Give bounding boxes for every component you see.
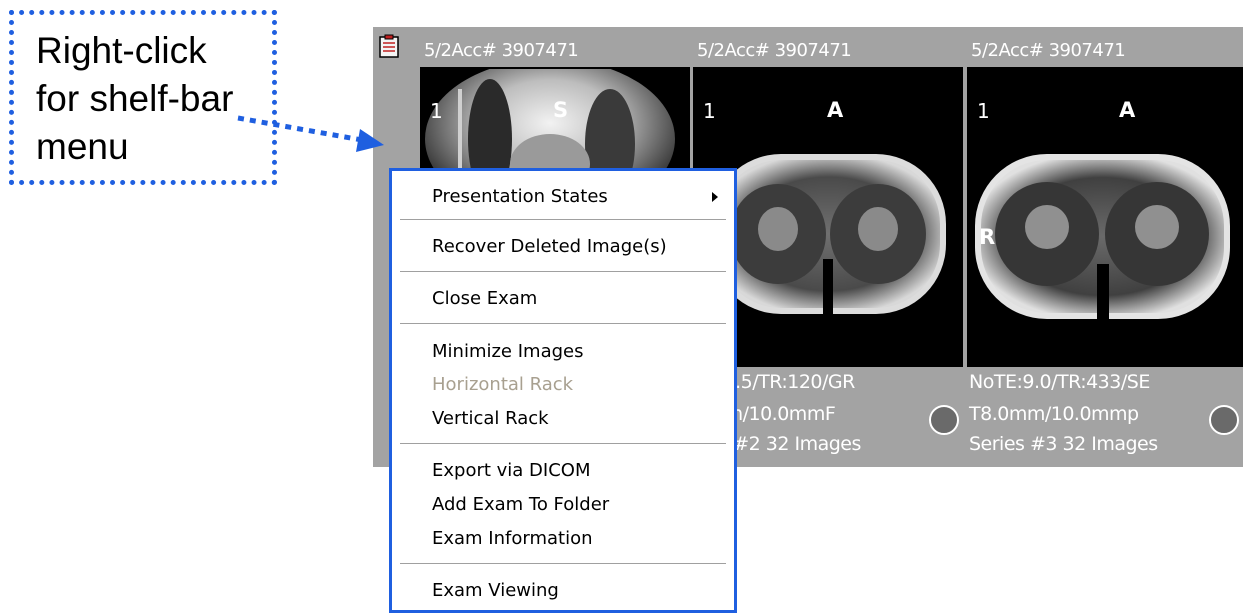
menu-separator <box>400 323 726 325</box>
menu-item-exam-information[interactable]: Exam Information <box>432 523 734 555</box>
menu-item-exam-viewing[interactable]: Exam Viewing <box>432 575 734 607</box>
menu-item-label: Export via DICOM <box>432 460 591 481</box>
frame-number: 1 <box>977 99 990 123</box>
menu-item-horizontal-rack: Horizontal Rack <box>432 369 734 401</box>
series-params-line: NoTE:9.0/TR:433/SE <box>969 371 1150 393</box>
menu-item-recover-deleted-images[interactable]: Recover Deleted Image(s) <box>432 231 734 263</box>
annotation-callout-box: Right-click for shelf-bar menu <box>9 10 277 185</box>
menu-item-label: Exam Viewing <box>432 580 559 601</box>
series-header-text: 5/2Acc# 3907471 <box>971 40 1126 61</box>
annotation-callout-text: Right-click for shelf-bar menu <box>36 30 234 167</box>
orientation-label-top: S <box>553 98 569 122</box>
orientation-label-top: A <box>1119 98 1136 122</box>
menu-separator <box>400 219 726 221</box>
menu-separator <box>400 563 726 565</box>
series-header-text: 5/2Acc# 3907471 <box>424 40 579 61</box>
menu-item-label: Presentation States <box>432 186 608 207</box>
series-header: 5/2Acc# 3907471 <box>693 35 963 67</box>
menu-item-close-exam[interactable]: Close Exam <box>432 283 734 315</box>
menu-item-label: Add Exam To Folder <box>432 494 610 515</box>
clipboard-icon[interactable] <box>379 34 399 58</box>
menu-item-label: Recover Deleted Image(s) <box>432 236 667 257</box>
series-thumbnail-3[interactable]: 5/2Acc# 3907471 1 A R NoTE:9.0/TR:433/SE… <box>967 35 1243 461</box>
menu-item-vertical-rack[interactable]: Vertical Rack <box>432 403 734 435</box>
series-thickness-line: T8.0mm/10.0mmp <box>969 403 1139 425</box>
series-header: 5/2Acc# 3907471 <box>420 35 690 67</box>
mri-image-axial <box>967 69 1243 369</box>
menu-item-label: Close Exam <box>432 288 538 309</box>
orientation-label-side: R <box>979 225 996 249</box>
submenu-arrow-icon <box>712 192 718 202</box>
shelf-bar-context-menu: Presentation States Recover Deleted Imag… <box>389 168 737 613</box>
menu-item-export-via-dicom[interactable]: Export via DICOM <box>432 455 734 487</box>
frame-number: 1 <box>703 99 716 123</box>
menu-separator <box>400 443 726 445</box>
series-status-dot-icon[interactable] <box>1209 405 1239 435</box>
series-header-text: 5/2Acc# 3907471 <box>697 40 852 61</box>
menu-item-label: Exam Information <box>432 528 593 549</box>
menu-item-minimize-images[interactable]: Minimize Images <box>432 336 734 368</box>
menu-item-label: Horizontal Rack <box>432 374 574 395</box>
menu-item-presentation-states[interactable]: Presentation States <box>432 181 734 213</box>
orientation-label-top: A <box>827 98 844 122</box>
menu-item-add-exam-to-folder[interactable]: Add Exam To Folder <box>432 489 734 521</box>
series-status-dot-icon[interactable] <box>929 405 959 435</box>
screenshot-stage: 5/2Acc# 3907471 1 S 5/2Acc# 3907471 1 A … <box>0 0 1243 613</box>
series-count-line: Series #3 32 Images <box>969 433 1158 455</box>
series-footer: NoTE:9.0/TR:433/SE T8.0mm/10.0mmp Series… <box>967 367 1243 461</box>
menu-item-label: Vertical Rack <box>432 408 549 429</box>
series-header: 5/2Acc# 3907471 <box>967 35 1243 67</box>
menu-separator <box>400 271 726 273</box>
frame-number: 1 <box>430 99 443 123</box>
menu-item-label: Minimize Images <box>432 341 584 362</box>
